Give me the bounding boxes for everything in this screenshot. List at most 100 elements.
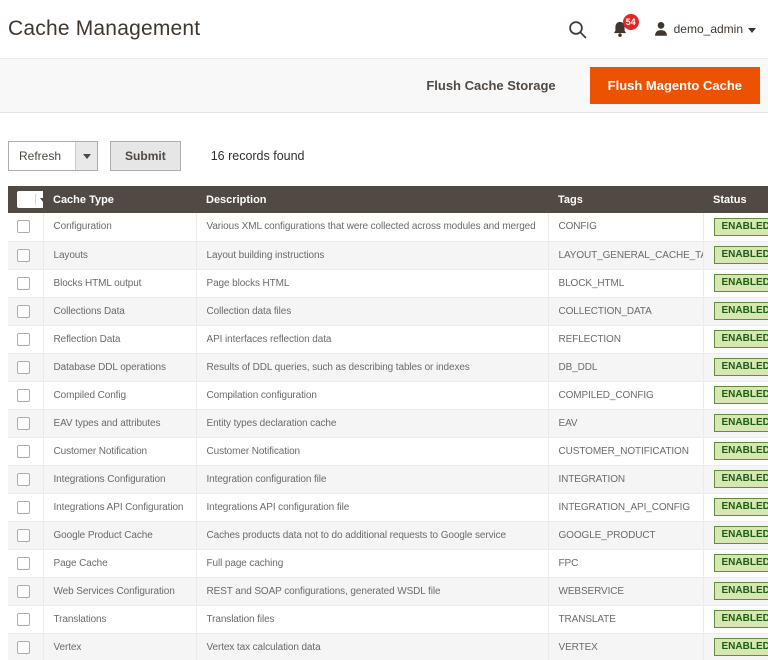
description-cell: Customer Notification — [196, 437, 548, 465]
row-checkbox[interactable] — [17, 277, 30, 290]
column-header-description[interactable]: Description — [196, 186, 548, 213]
cache-type-cell: Configuration — [43, 213, 196, 241]
row-checkbox[interactable] — [17, 473, 30, 486]
tags-cell: INTEGRATION — [548, 465, 703, 493]
row-checkbox-cell — [8, 605, 43, 633]
row-checkbox-cell — [8, 241, 43, 269]
select-all-header-cell — [8, 186, 43, 213]
cache-type-cell: EAV types and attributes — [43, 409, 196, 437]
row-checkbox-cell — [8, 409, 43, 437]
description-cell: Results of DDL queries, such as describi… — [196, 353, 548, 381]
row-checkbox[interactable] — [17, 557, 30, 570]
table-row: EAV types and attributesEntity types dec… — [8, 409, 768, 437]
column-header-cache-type[interactable]: Cache Type — [43, 186, 196, 213]
description-cell: Compilation configuration — [196, 381, 548, 409]
tags-cell: INTEGRATION_API_CONFIG — [548, 493, 703, 521]
status-badge: ENABLED — [714, 554, 768, 572]
user-name-label: demo_admin — [674, 22, 743, 36]
row-checkbox-cell — [8, 381, 43, 409]
status-badge: ENABLED — [714, 414, 768, 432]
column-header-status[interactable]: Status — [703, 186, 768, 213]
cache-type-cell: Web Services Configuration — [43, 577, 196, 605]
row-checkbox[interactable] — [17, 417, 30, 430]
search-icon[interactable] — [568, 20, 587, 39]
status-badge: ENABLED — [714, 638, 768, 656]
row-checkbox[interactable] — [17, 305, 30, 318]
cache-type-cell: Layouts — [43, 241, 196, 269]
tags-cell: LAYOUT_GENERAL_CACHE_TAG — [548, 241, 703, 269]
row-checkbox-cell — [8, 465, 43, 493]
table-row: Integrations API ConfigurationIntegratio… — [8, 493, 768, 521]
row-checkbox[interactable] — [17, 641, 30, 654]
row-checkbox-cell — [8, 353, 43, 381]
grid-actions-row: Refresh Submit 16 records found — [8, 141, 760, 171]
status-badge: ENABLED — [714, 358, 768, 376]
user-icon — [653, 21, 669, 37]
tags-cell: COLLECTION_DATA — [548, 297, 703, 325]
row-checkbox[interactable] — [17, 249, 30, 262]
tags-cell: CUSTOMER_NOTIFICATION — [548, 437, 703, 465]
table-row: TranslationsTranslation filesTRANSLATEEN… — [8, 605, 768, 633]
status-badge: ENABLED — [714, 330, 768, 348]
table-row: Customer NotificationCustomer Notificati… — [8, 437, 768, 465]
status-badge: ENABLED — [714, 218, 768, 236]
row-checkbox[interactable] — [17, 220, 30, 233]
table-row: VertexVertex tax calculation dataVERTEXE… — [8, 633, 768, 660]
tags-cell: REFLECTION — [548, 325, 703, 353]
table-row: Collections DataCollection data filesCOL… — [8, 297, 768, 325]
status-cell: ENABLED — [703, 381, 768, 409]
description-cell: Translation files — [196, 605, 548, 633]
status-badge: ENABLED — [714, 610, 768, 628]
column-header-tags[interactable]: Tags — [548, 186, 703, 213]
row-checkbox[interactable] — [17, 501, 30, 514]
admin-user-menu[interactable]: demo_admin — [653, 21, 756, 37]
cache-type-cell: Collections Data — [43, 297, 196, 325]
row-checkbox[interactable] — [17, 361, 30, 374]
tags-cell: DB_DDL — [548, 353, 703, 381]
status-cell: ENABLED — [703, 493, 768, 521]
submit-button[interactable]: Submit — [110, 141, 181, 171]
status-badge: ENABLED — [714, 498, 768, 516]
row-checkbox-cell — [8, 213, 43, 241]
table-row: Blocks HTML outputPage blocks HTMLBLOCK_… — [8, 269, 768, 297]
status-badge: ENABLED — [714, 246, 768, 264]
status-cell: ENABLED — [703, 521, 768, 549]
notifications-bell-icon[interactable]: 54 — [611, 20, 629, 39]
table-row: Compiled ConfigCompilation configuration… — [8, 381, 768, 409]
row-checkbox[interactable] — [17, 585, 30, 598]
cache-type-cell: Compiled Config — [43, 381, 196, 409]
description-cell: Vertex tax calculation data — [196, 633, 548, 660]
cache-type-cell: Vertex — [43, 633, 196, 660]
table-row: ConfigurationVarious XML configurations … — [8, 213, 768, 241]
page-title: Cache Management — [8, 17, 200, 41]
row-checkbox[interactable] — [17, 445, 30, 458]
row-checkbox[interactable] — [17, 389, 30, 402]
row-checkbox[interactable] — [17, 613, 30, 626]
row-checkbox-cell — [8, 269, 43, 297]
status-badge: ENABLED — [714, 274, 768, 292]
status-cell: ENABLED — [703, 437, 768, 465]
table-row: Page CacheFull page cachingFPCENABLED — [8, 549, 768, 577]
description-cell: Entity types declaration cache — [196, 409, 548, 437]
row-checkbox-cell — [8, 437, 43, 465]
row-checkbox-cell — [8, 297, 43, 325]
select-dropdown-arrow[interactable] — [75, 142, 97, 170]
cache-type-cell: Integrations Configuration — [43, 465, 196, 493]
flush-magento-cache-button[interactable]: Flush Magento Cache — [590, 67, 760, 104]
table-row: Google Product CacheCaches products data… — [8, 521, 768, 549]
select-all-arrow-icon[interactable] — [35, 194, 50, 205]
select-all-checkbox[interactable] — [17, 191, 35, 208]
description-cell: Caches products data not to do additiona… — [196, 521, 548, 549]
status-cell: ENABLED — [703, 297, 768, 325]
mass-action-select[interactable]: Refresh — [8, 141, 98, 171]
cache-type-cell: Integrations API Configuration — [43, 493, 196, 521]
description-cell: Layout building instructions — [196, 241, 548, 269]
records-found-label: 16 records found — [211, 149, 305, 163]
row-checkbox[interactable] — [17, 529, 30, 542]
flush-cache-storage-button[interactable]: Flush Cache Storage — [412, 68, 569, 103]
status-cell: ENABLED — [703, 633, 768, 660]
cache-type-cell: Blocks HTML output — [43, 269, 196, 297]
row-checkbox[interactable] — [17, 333, 30, 346]
description-cell: Page blocks HTML — [196, 269, 548, 297]
status-cell: ENABLED — [703, 465, 768, 493]
